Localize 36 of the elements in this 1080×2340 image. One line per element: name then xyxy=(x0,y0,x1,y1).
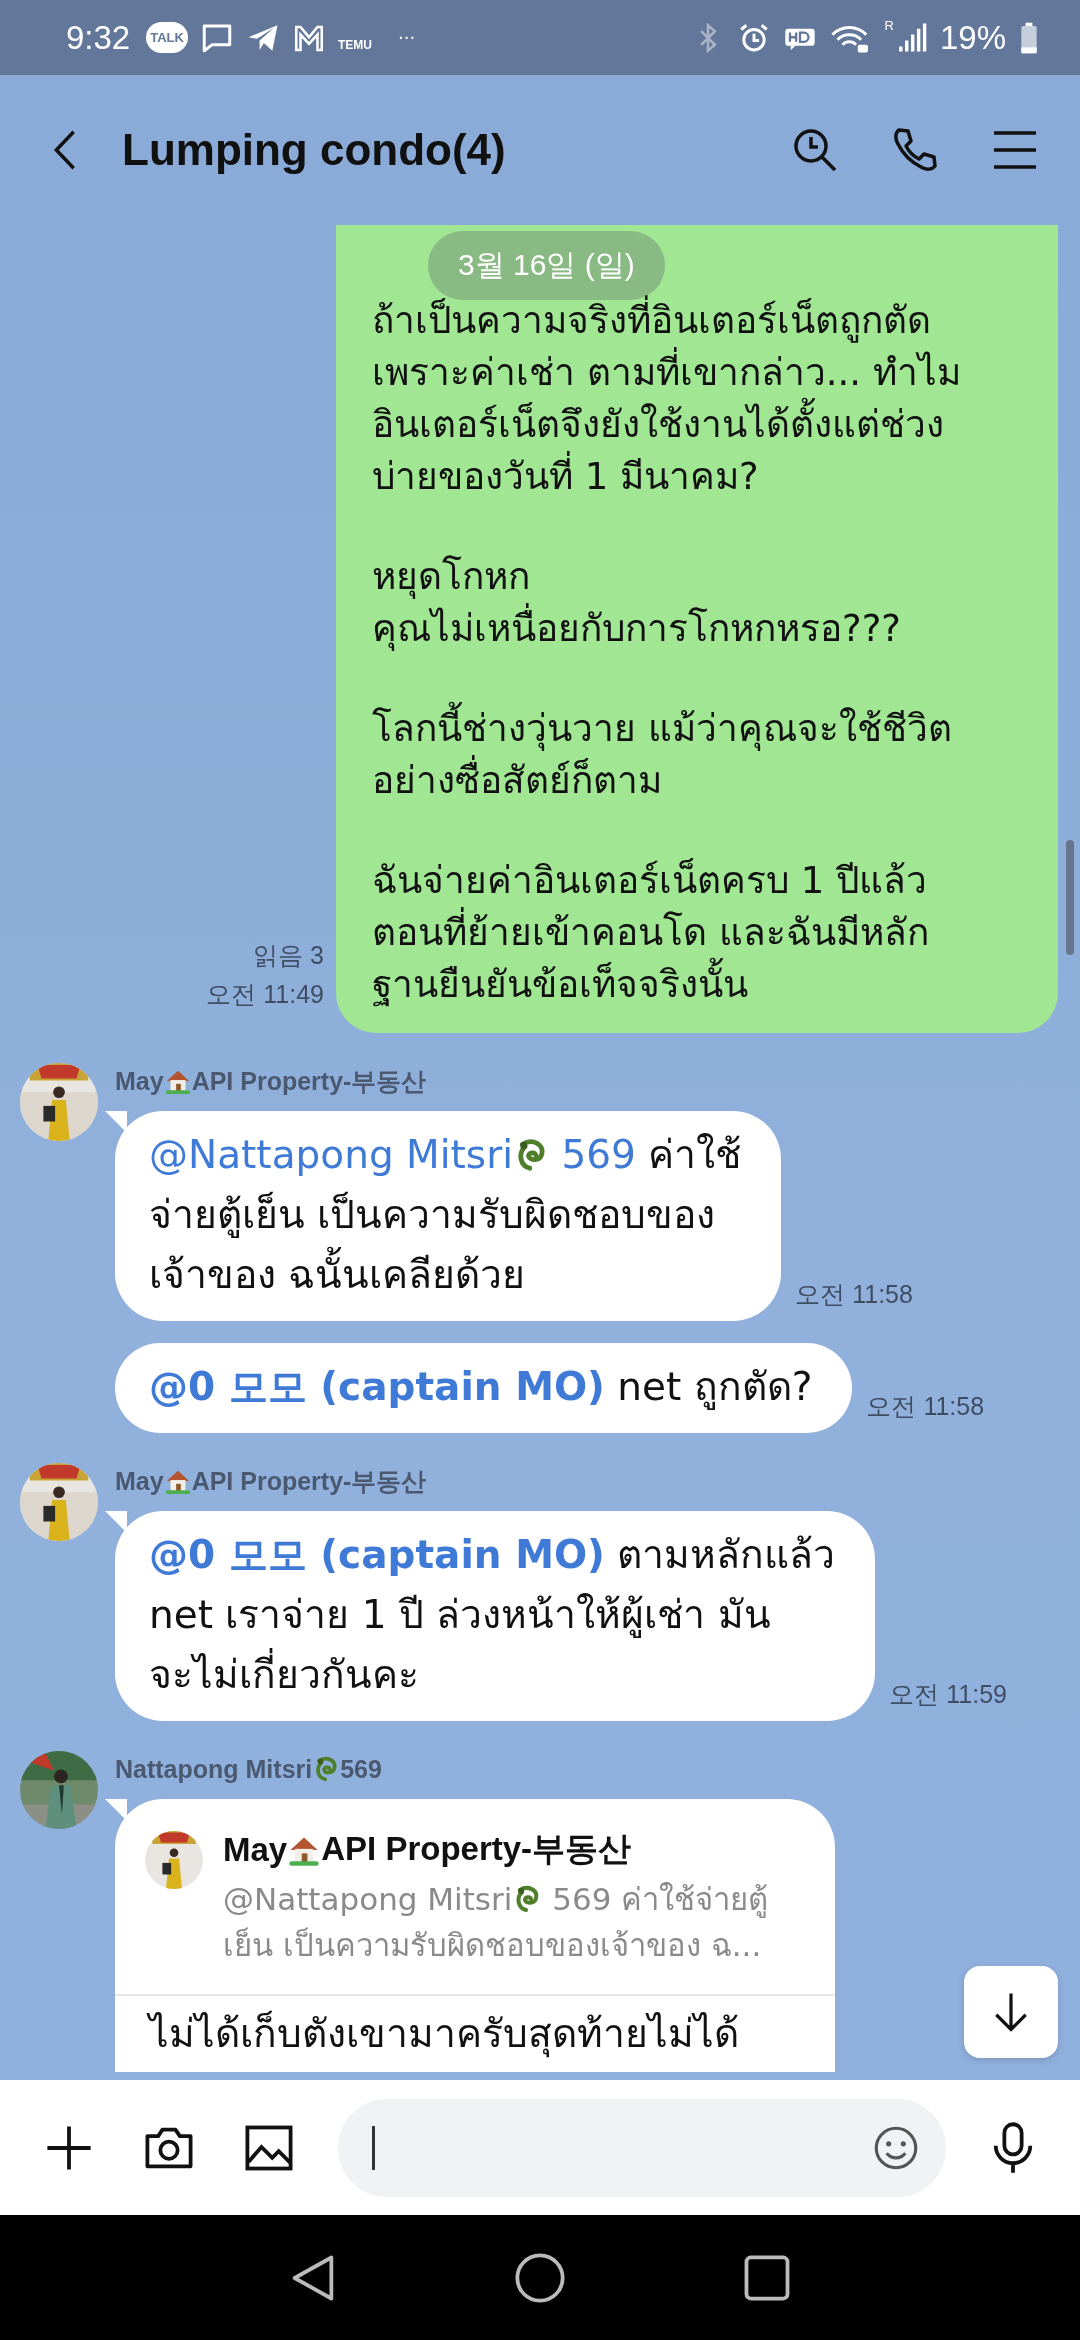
talk-icon: TALK xyxy=(146,22,188,53)
message-text: @0 모모 (captain MO) ตามหลักแล้ว net เราจ่าย 1 ปี ล่วงหน้าให้ผู้เช่า มัน จะไม่เกี่ยวกันคะ xyxy=(149,1531,836,1699)
quoted-author: API Property-부동산 xyxy=(321,1829,632,1869)
read-count: 읽음 3 xyxy=(253,940,324,971)
battery-percent: 19% xyxy=(939,18,1006,57)
message-time: 오전 11:58 xyxy=(866,1391,985,1422)
quoted-text: @Nattapong Mitsri 569 ค่าใช้จ่ายตู้ เย็น เป็นความรับผิดชอบของเจ้าของ ฉ... xyxy=(223,1880,769,1965)
sender-name: May xyxy=(115,1466,164,1496)
temu-icon: TEMU xyxy=(337,23,372,52)
battery-icon xyxy=(1018,20,1040,55)
sender-name: 569 xyxy=(340,1754,382,1784)
message-text: โลกนี้ช่างวุ่นวาย แม้ว่าคุณจะใช้ชีวิต อย่างซื่อสัตย์ก็ตาม xyxy=(372,703,1038,807)
mention-link[interactable]: @Nattapong Mitsri 569 xyxy=(149,1132,636,1177)
scroll-down-button[interactable] xyxy=(964,1966,1058,2058)
message-time: 오전 11:58 xyxy=(795,1279,913,1310)
status-time: 9:32 xyxy=(66,18,131,57)
more-notifications: ··· xyxy=(397,27,416,48)
sender-name: Nattapong Mitsri xyxy=(115,1754,313,1784)
chat-title: Lumping condo(4) xyxy=(122,125,506,175)
mention-link[interactable]: @Nattapong Mitsri 569 xyxy=(223,1881,612,1917)
message-text: @Nattapong Mitsri 569 ค่าใช้ จ่ายตู้เย็น เป็นความรับผิดชอบของ เจ้าของ ฉนั้นเคลียด้วย xyxy=(149,1131,742,1299)
roaming-indicator: R xyxy=(884,18,894,33)
message-time: 오전 11:59 xyxy=(889,1679,1007,1710)
message-text: @0 모모 (captain MO) net ถูกตัด? xyxy=(149,1363,813,1412)
mention-link[interactable]: @0 모모 (captain MO) xyxy=(149,1364,605,1409)
sender-name: API Property-부동산 xyxy=(191,1065,427,1097)
quoted-author: May xyxy=(223,1830,288,1869)
home-nav-icon[interactable] xyxy=(513,2250,567,2305)
message-text: ฉันจ่ายค่าอินเตอร์เน็ตครบ 1 ปีแล้ว ตอนที่ย้ายเข้าคอนโด และฉันมีหลัก ฐานยืนยันข้อเท็จจริงนั้น xyxy=(372,857,930,1009)
message-time: 오전 11:49 xyxy=(206,979,324,1010)
scrollbar[interactable] xyxy=(1066,840,1074,955)
message-text: ไม่ได้เก็บตังเขามาครับสุดท้ายไม่ได้ xyxy=(115,1996,835,2072)
mention-link[interactable]: @0 모모 (captain MO) xyxy=(149,1532,605,1577)
sender-name: API Property-부동산 xyxy=(191,1465,427,1497)
sender-name: May xyxy=(115,1066,164,1096)
message-text: หยุดโกหก คุณไม่เหนื่อยกับการโกหกหรอ??? xyxy=(372,554,902,653)
